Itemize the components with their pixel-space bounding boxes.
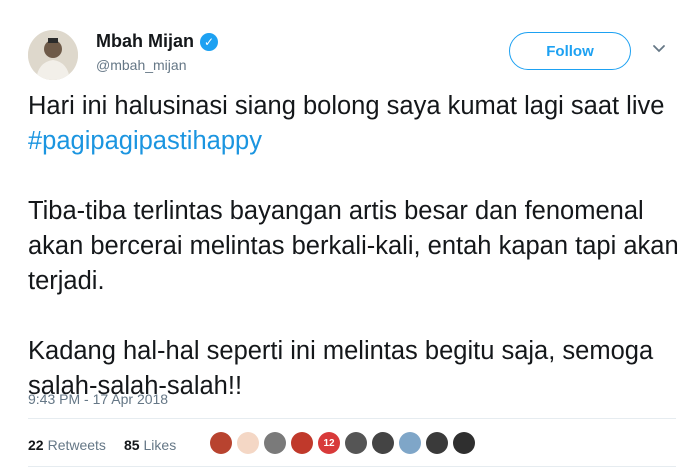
likes-count[interactable]: 85 — [124, 437, 140, 453]
chevron-down-icon[interactable] — [652, 42, 666, 56]
tweet-paragraph-1: Hari ini halusinasi siang bolong saya ku… — [28, 89, 688, 159]
tweet-timestamp[interactable]: 9:43 PM - 17 Apr 2018 — [28, 391, 168, 407]
verified-badge-icon: ✓ — [200, 32, 218, 51]
liker-avatar[interactable] — [399, 432, 421, 454]
display-name-text: Mbah Mijan — [96, 31, 194, 51]
liker-avatar[interactable] — [453, 432, 475, 454]
retweets-label[interactable]: Retweets — [48, 437, 106, 453]
divider — [28, 418, 676, 419]
liker-avatar[interactable] — [237, 432, 259, 454]
tweet-paragraph-1-text: Hari ini halusinasi siang bolong saya ku… — [28, 92, 665, 120]
liker-avatar[interactable] — [345, 432, 367, 454]
liker-avatar[interactable] — [426, 432, 448, 454]
liker-avatar[interactable] — [372, 432, 394, 454]
liker-avatar[interactable] — [291, 432, 313, 454]
divider — [28, 466, 676, 467]
liker-avatar[interactable]: 12 — [318, 432, 340, 454]
hashtag-link[interactable]: #pagipagipastihappy — [28, 127, 262, 155]
user-handle[interactable]: @mbah_mijan — [96, 57, 186, 73]
retweets-count[interactable]: 22 — [28, 437, 44, 453]
liker-avatars: 12 — [210, 432, 475, 454]
tweet-paragraph-2: Tiba-tiba terlintas bayangan artis besar… — [28, 197, 679, 295]
stats-spacer — [110, 437, 120, 453]
tweet-stats: 22 Retweets 85 Likes — [28, 437, 176, 453]
follow-button[interactable]: Follow — [509, 32, 631, 70]
liker-avatar[interactable] — [264, 432, 286, 454]
tweet-text: Hari ini halusinasi siang bolong saya ku… — [28, 89, 688, 439]
display-name[interactable]: Mbah Mijan ✓ — [96, 31, 218, 52]
avatar[interactable] — [28, 30, 78, 80]
likes-label[interactable]: Likes — [144, 437, 177, 453]
liker-avatar[interactable] — [210, 432, 232, 454]
